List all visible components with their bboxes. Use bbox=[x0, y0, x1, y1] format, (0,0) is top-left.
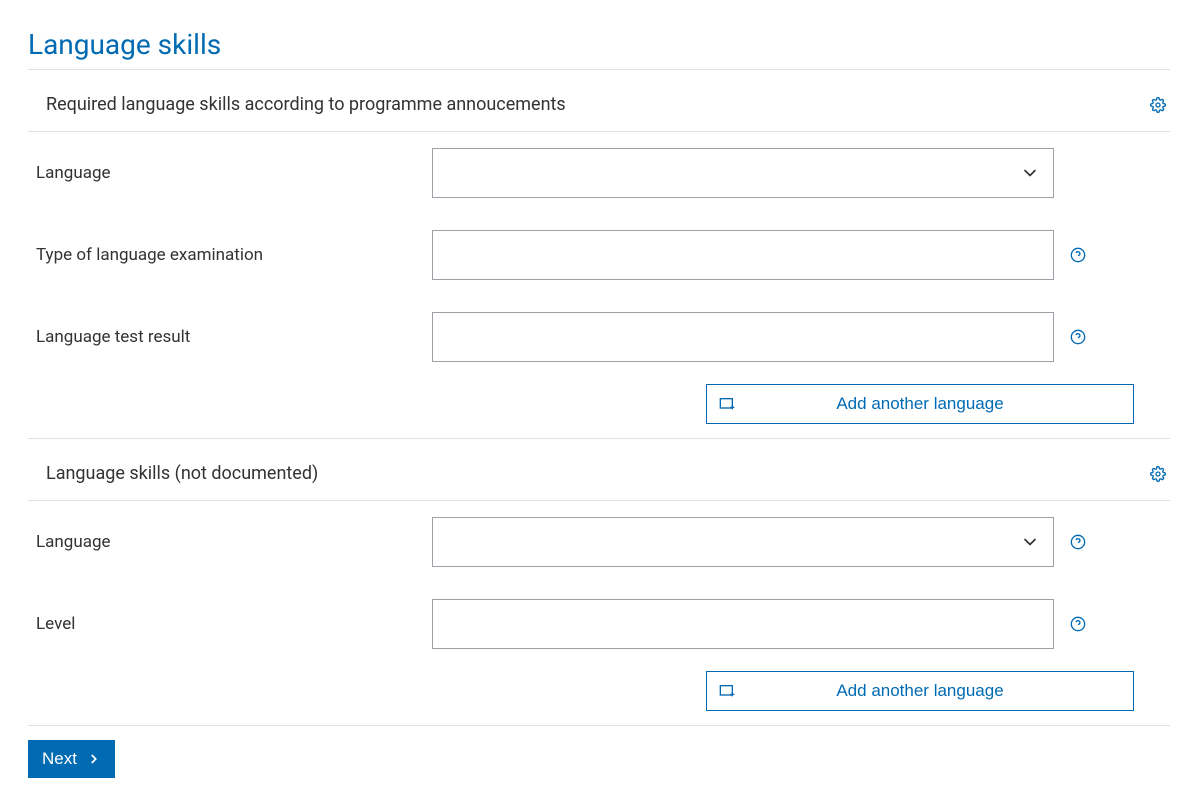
help-icon[interactable] bbox=[1070, 247, 1086, 263]
help-icon[interactable] bbox=[1070, 329, 1086, 345]
add-language-button-required[interactable]: Add another language bbox=[706, 384, 1134, 424]
add-language-button-undocumented[interactable]: Add another language bbox=[706, 671, 1134, 711]
add-row-required: Add another language bbox=[28, 378, 1170, 439]
label-undocumented-level: Level bbox=[36, 614, 432, 634]
row-required-exam-type: Type of language examination bbox=[28, 214, 1170, 296]
input-wrap bbox=[432, 148, 1054, 198]
input-required-test-result[interactable] bbox=[432, 312, 1054, 362]
input-wrap bbox=[432, 312, 1054, 362]
section-header-required: Required language skills according to pr… bbox=[28, 70, 1170, 132]
select-required-language[interactable] bbox=[432, 148, 1054, 198]
bottom-bar: Next bbox=[28, 740, 1170, 778]
page-title: Language skills bbox=[28, 28, 1170, 61]
section-required: Required language skills according to pr… bbox=[28, 70, 1170, 439]
add-page-icon bbox=[719, 684, 735, 698]
label-required-language: Language bbox=[36, 163, 432, 183]
section-title-required: Required language skills according to pr… bbox=[46, 94, 566, 115]
section-header-undocumented: Language skills (not documented) bbox=[28, 439, 1170, 501]
add-language-label: Add another language bbox=[707, 394, 1133, 414]
help-icon[interactable] bbox=[1070, 534, 1086, 550]
input-undocumented-level[interactable] bbox=[432, 599, 1054, 649]
help-spacer bbox=[1070, 165, 1086, 181]
add-language-label: Add another language bbox=[707, 681, 1133, 701]
input-wrap bbox=[432, 517, 1054, 567]
gear-icon[interactable] bbox=[1150, 466, 1166, 482]
chevron-right-icon bbox=[87, 752, 101, 766]
row-undocumented-level: Level bbox=[28, 583, 1170, 665]
section-undocumented: Language skills (not documented) Languag… bbox=[28, 439, 1170, 726]
add-page-icon bbox=[719, 397, 735, 411]
select-undocumented-language[interactable] bbox=[432, 517, 1054, 567]
help-icon[interactable] bbox=[1070, 616, 1086, 632]
row-undocumented-language: Language bbox=[28, 501, 1170, 583]
label-required-test-result: Language test result bbox=[36, 327, 432, 347]
input-required-exam-type[interactable] bbox=[432, 230, 1054, 280]
input-wrap bbox=[432, 599, 1054, 649]
row-required-language: Language bbox=[28, 132, 1170, 214]
next-button[interactable]: Next bbox=[28, 740, 115, 778]
next-button-label: Next bbox=[42, 749, 77, 769]
input-wrap bbox=[432, 230, 1054, 280]
section-title-undocumented: Language skills (not documented) bbox=[46, 463, 318, 484]
gear-icon[interactable] bbox=[1150, 97, 1166, 113]
label-required-exam-type: Type of language examination bbox=[36, 245, 432, 265]
label-undocumented-language: Language bbox=[36, 532, 432, 552]
add-row-undocumented: Add another language bbox=[28, 665, 1170, 726]
row-required-test-result: Language test result bbox=[28, 296, 1170, 378]
